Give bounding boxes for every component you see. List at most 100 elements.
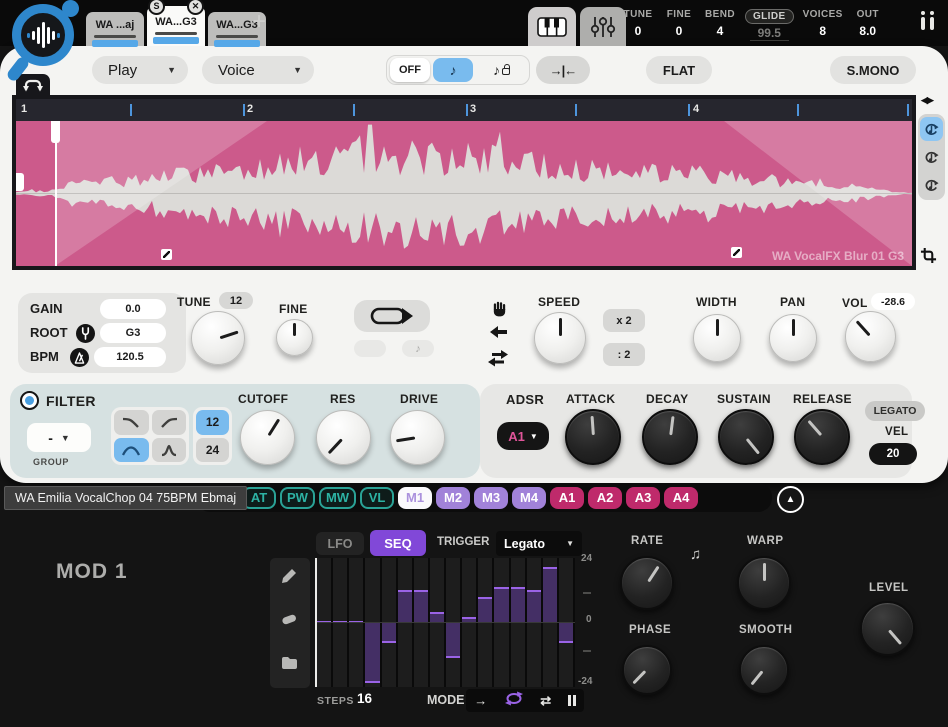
loop-sub-button-note[interactable]: ♪ [402,340,434,357]
root-value[interactable]: G3 [100,323,166,343]
legato-button[interactable]: LEGATO [865,401,925,421]
slot-badge-m4[interactable]: M4 [512,487,546,509]
slot-badge-a3[interactable]: A3 [626,487,660,509]
decay-knob[interactable] [642,409,698,465]
bpm-value[interactable]: 120.5 [94,347,166,367]
loop-play-button[interactable] [354,300,430,332]
smooth-knob[interactable] [739,645,789,695]
play-mode-dropdown[interactable]: Play▼ [92,56,188,84]
playhead-handle[interactable] [51,121,60,143]
voice-mode-dropdown[interactable]: Voice▼ [202,56,314,84]
filter-enable-radio[interactable] [20,391,39,410]
cutoff-knob[interactable] [240,410,295,465]
flat-button[interactable]: FLAT [646,56,712,84]
slot-badge-a2[interactable]: A2 [588,487,622,509]
pan-knob[interactable] [769,314,817,362]
loop-mode-button-1[interactable] [920,117,943,141]
rate-knob[interactable] [620,556,674,610]
fade-out-handle[interactable] [731,247,742,258]
mode-forward-button[interactable]: → [474,694,487,707]
slot-badge-pw[interactable]: PW [280,487,315,509]
window-drag-handle[interactable] [921,11,934,30]
loop-mode-button-3[interactable] [920,173,943,197]
mode-pause-button[interactable] [568,695,576,706]
snap-button[interactable]: →|← [536,56,590,84]
folder-tool-button[interactable] [281,656,298,675]
vel-value[interactable]: 20 [869,443,917,465]
header-param-voices[interactable]: VOICES8 [803,9,843,38]
crop-button[interactable] [920,247,937,269]
smono-button[interactable]: S.MONO [830,56,916,84]
loop-mode-button-2[interactable] [920,145,943,169]
vol-knob[interactable] [845,311,896,362]
add-tab-button[interactable]: + [252,8,266,36]
waveform-body[interactable]: WA VocalFX Blur 01 G3 [16,121,912,266]
slot-badge-at[interactable]: AT [242,487,276,509]
warp-knob[interactable] [737,556,791,610]
release-knob[interactable] [794,409,850,465]
document-tab[interactable]: WA ...aj [86,12,144,46]
header-param-out[interactable]: OUT8.0 [852,9,884,38]
lfo-tab[interactable]: LFO [316,532,364,555]
filter-notch-button[interactable] [152,438,187,463]
tab-mixer-view[interactable] [580,7,626,46]
attack-knob[interactable] [565,409,621,465]
trigger-dropdown[interactable]: Legato▼ [496,531,582,556]
loop-start-marker[interactable] [16,173,24,191]
document-tab[interactable]: WA...G3S✕ [147,6,205,46]
filter-highpass-button[interactable] [152,410,187,435]
header-param-bend[interactable]: BEND4 [704,9,736,38]
speed-div2-button[interactable]: : 2 [603,343,645,366]
slot-badge-a4[interactable]: A4 [664,487,698,509]
speed-knob[interactable] [534,312,586,364]
sync-note-button[interactable]: ♪ [433,58,473,82]
horizontal-zoom-icon[interactable]: ◀▶ [921,95,933,106]
pencil-tool-button[interactable] [281,568,297,589]
width-knob[interactable] [693,314,741,362]
swap-direction-icon[interactable] [488,350,508,372]
tune-value[interactable]: 12 [219,292,253,309]
expand-up-button[interactable]: ▲ [777,486,804,513]
step-sequencer[interactable] [315,558,575,687]
slot-badge-a1[interactable]: A1 [550,487,584,509]
fade-in-handle[interactable] [161,249,172,260]
gain-value[interactable]: 0.0 [100,299,166,319]
tune-knob[interactable] [191,311,245,365]
tab-keyboard-view[interactable] [528,7,576,46]
arrow-left-icon[interactable] [490,325,508,344]
timeline-ruler[interactable]: 1234 [16,99,912,121]
close-badge[interactable]: ✕ [187,0,204,15]
hand-tool-icon[interactable] [491,300,509,323]
res-knob[interactable] [316,410,371,465]
filter-bandpass-button[interactable] [114,438,149,463]
steps-value[interactable]: 16 [357,691,372,706]
header-param-glide[interactable]: GLIDE99.5 [745,9,794,41]
level-knob[interactable] [860,601,915,656]
slot-badge-mw[interactable]: MW [319,487,356,509]
adsr-preset-dropdown[interactable]: A1▼ [497,422,549,450]
slot-badge-m2[interactable]: M2 [436,487,470,509]
mode-loop-button[interactable] [504,691,524,711]
slot-badge-vl[interactable]: VL [360,487,394,509]
slope-12-button[interactable]: 12 [196,410,229,435]
note-sync-icon[interactable]: ♫ [690,546,701,563]
fine-knob[interactable] [276,319,313,356]
solo-badge[interactable]: S [148,0,165,15]
header-param-tune[interactable]: TUNE0 [622,9,654,38]
slope-24-button[interactable]: 24 [196,438,229,463]
sync-note-lock-button[interactable]: ♪ [476,58,527,82]
loop-sub-button-blank[interactable] [354,340,386,357]
speed-x2-button[interactable]: x 2 [603,309,645,332]
eraser-tool-button[interactable] [281,612,297,631]
phase-knob[interactable] [622,645,672,695]
filter-lowpass-button[interactable] [114,410,149,435]
sync-off-button[interactable]: OFF [390,58,430,82]
waveform-display[interactable]: 1234 WA VocalFX Blur 01 G3 [12,95,916,270]
sustain-knob[interactable] [718,409,774,465]
filter-group-dropdown[interactable]: -▼ [27,423,91,452]
mode-pingpong-button[interactable]: ⇄ [540,694,551,707]
slot-badge-m1[interactable]: M1 [398,487,432,509]
seq-tab[interactable]: SEQ [370,530,426,556]
slot-badge-m3[interactable]: M3 [474,487,508,509]
drive-knob[interactable] [390,410,445,465]
